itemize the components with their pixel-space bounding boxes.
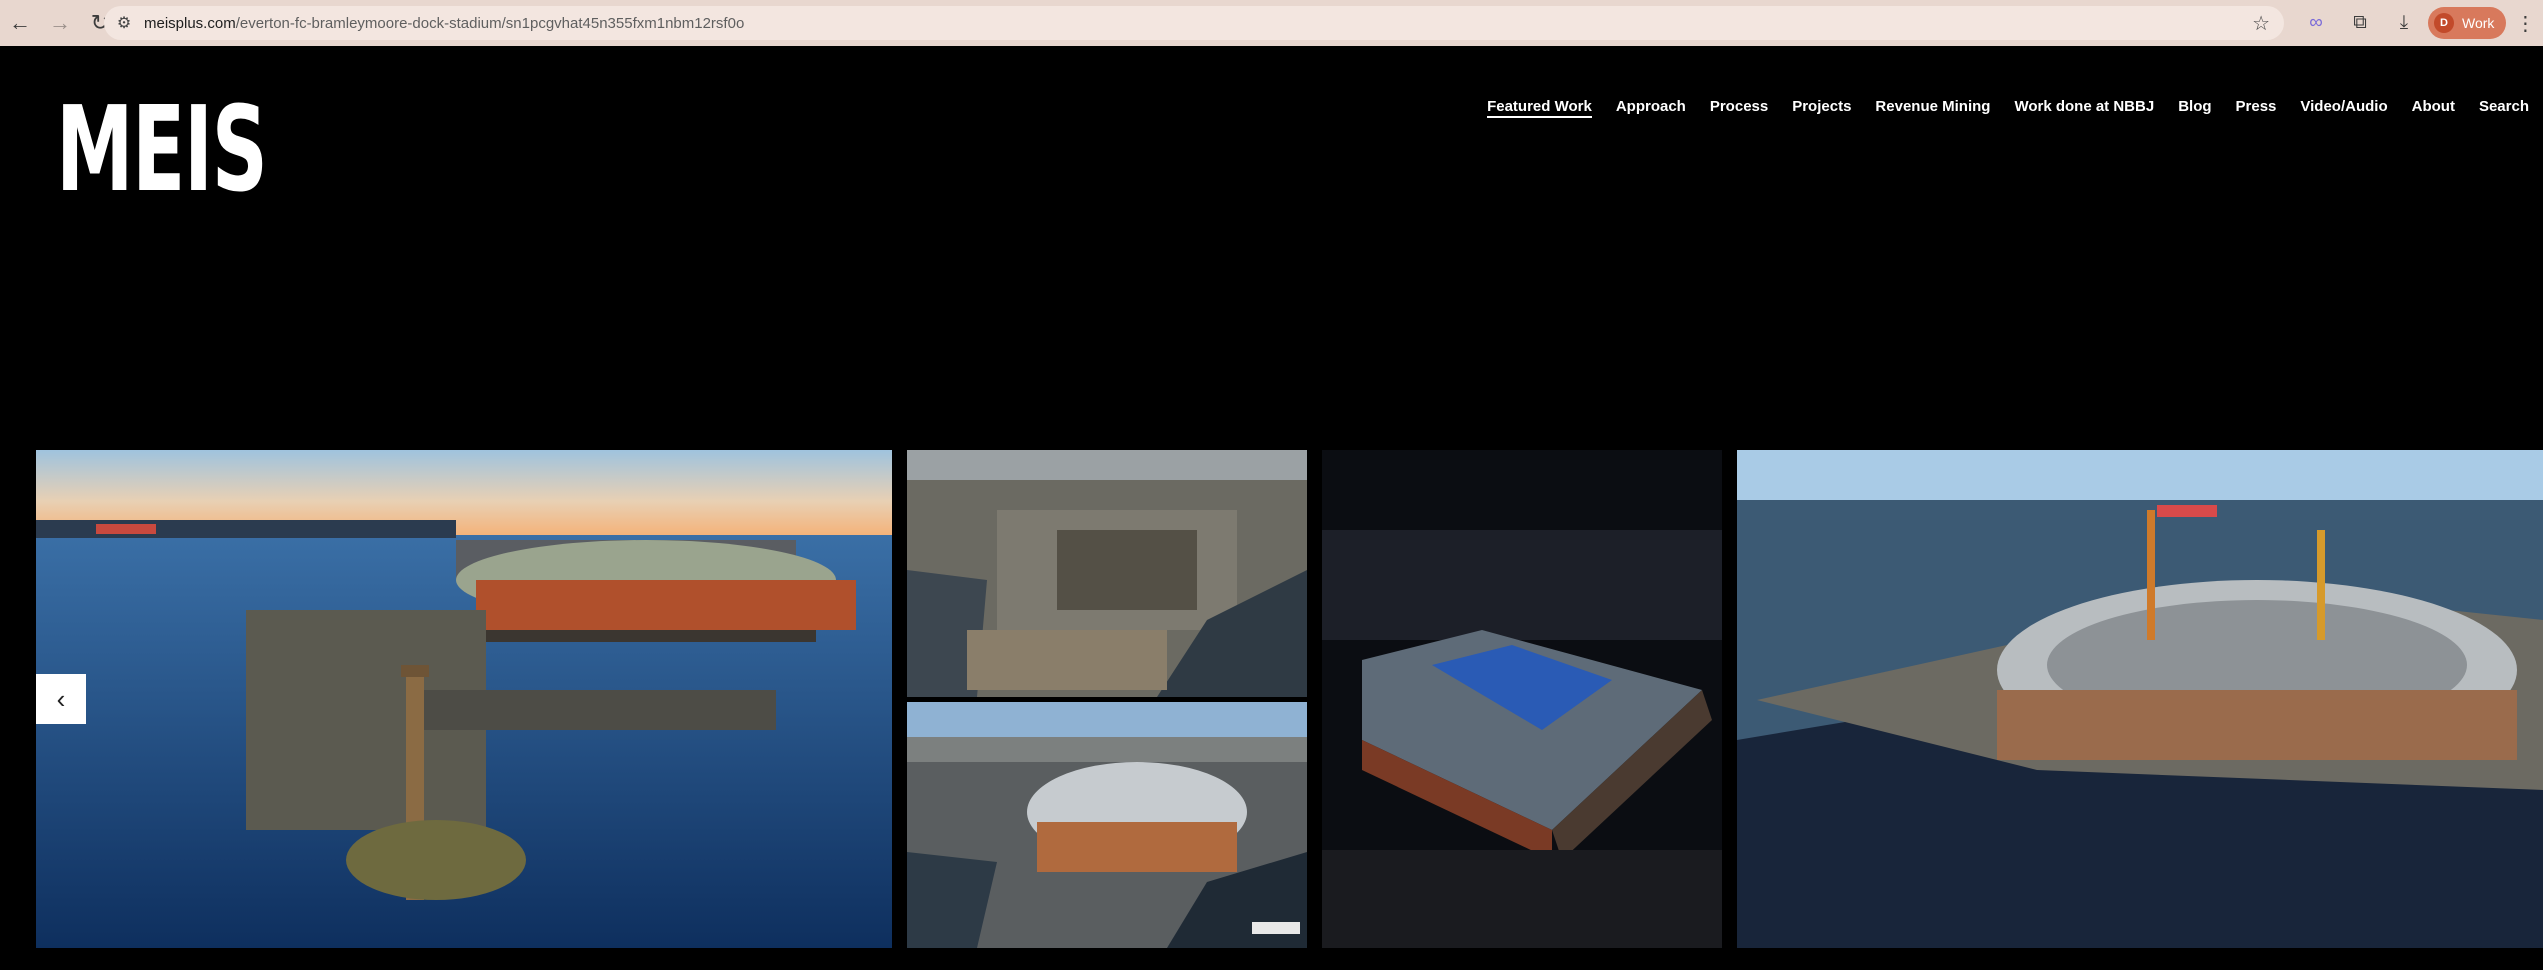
- download-icon[interactable]: ⤓: [2384, 0, 2424, 46]
- back-icon[interactable]: ←: [0, 0, 40, 46]
- nav-video-audio[interactable]: Video/Audio: [2300, 98, 2387, 118]
- puzzle-extensions-icon[interactable]: ⧉: [2340, 0, 2380, 46]
- bookmark-star-icon[interactable]: ☆: [2252, 11, 2270, 36]
- browser-menu-icon[interactable]: ⋮: [2510, 0, 2540, 46]
- gallery-prev-button[interactable]: ‹: [36, 674, 86, 724]
- browser-toolbar: ← → ↻ ⚙ meisplus.com/everton-fc-bramleym…: [0, 0, 2543, 46]
- address-bar[interactable]: ⚙ meisplus.com/everton-fc-bramleymoore-d…: [104, 6, 2284, 40]
- nav-about[interactable]: About: [2412, 98, 2455, 118]
- gallery-image-stadium-daylight[interactable]: [907, 702, 1307, 948]
- nav-revenue-mining[interactable]: Revenue Mining: [1875, 98, 1990, 118]
- nav-blog[interactable]: Blog: [2178, 98, 2211, 118]
- nav-featured-work[interactable]: Featured Work: [1487, 98, 1592, 118]
- profile-label: Work: [2462, 15, 2495, 31]
- nav-projects[interactable]: Projects: [1792, 98, 1851, 118]
- image-gallery: +: [0, 450, 2543, 948]
- site-logo[interactable]: MEIS: [56, 90, 268, 208]
- toolbar-actions: ∞ ⧉ ⤓ D Work ⋮: [2296, 0, 2540, 46]
- site-info-icon[interactable]: ⚙: [104, 13, 144, 33]
- gallery-image-stadium-riverside[interactable]: [1737, 450, 2543, 948]
- forward-icon[interactable]: →: [40, 0, 80, 46]
- url-text[interactable]: meisplus.com/everton-fc-bramleymoore-doc…: [144, 15, 744, 32]
- gallery-image-waterfront-sunset[interactable]: +: [36, 450, 892, 948]
- site-nav: Featured Work Approach Process Projects …: [1487, 98, 2529, 118]
- profile-button[interactable]: D Work: [2428, 7, 2507, 39]
- profile-avatar: D: [2434, 13, 2454, 33]
- nav-work-done-at-nbbj[interactable]: Work done at NBBJ: [2014, 98, 2154, 118]
- nav-approach[interactable]: Approach: [1616, 98, 1686, 118]
- nav-process[interactable]: Process: [1710, 98, 1768, 118]
- url-domain: meisplus.com: [144, 14, 236, 32]
- url-path: /everton-fc-bramleymoore-dock-stadium/sn…: [235, 14, 745, 32]
- chevron-left-icon: ‹: [56, 683, 66, 714]
- nav-press[interactable]: Press: [2236, 98, 2277, 118]
- extension-icon[interactable]: ∞: [2296, 0, 2336, 46]
- gallery-image-construction-aerial[interactable]: [907, 450, 1307, 697]
- nav-search[interactable]: Search: [2479, 98, 2529, 118]
- gallery-image-stadium-night[interactable]: [1322, 450, 1722, 948]
